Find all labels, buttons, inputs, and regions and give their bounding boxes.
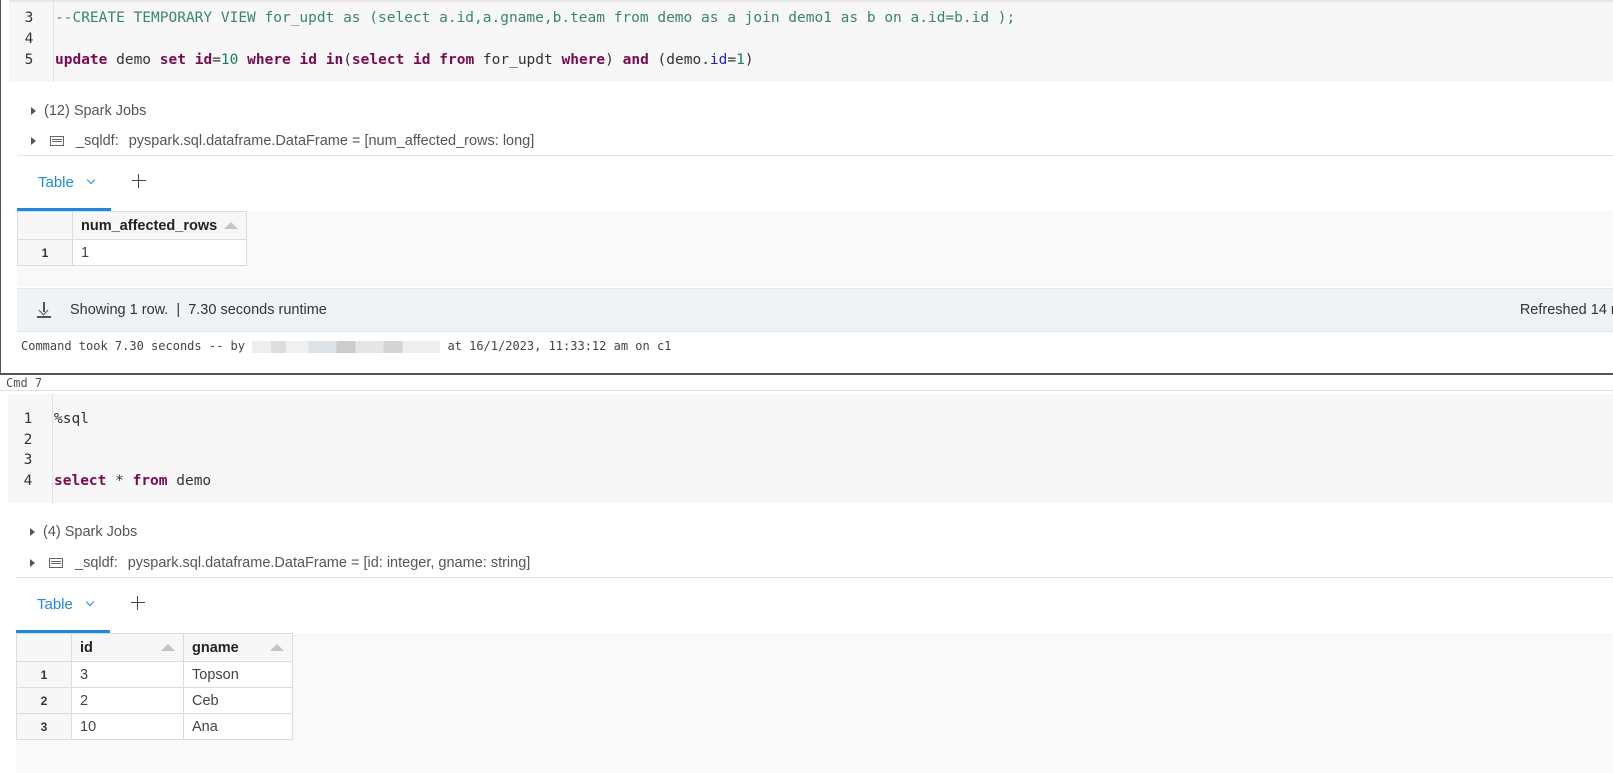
result-tabbar: Table: [17, 156, 1613, 213]
tab-table[interactable]: Table: [16, 578, 110, 633]
expand-triangle-icon: [30, 559, 35, 567]
sqldf-toggle[interactable]: _sqldf: pyspark.sql.dataframe.DataFrame …: [31, 131, 534, 151]
table-cell[interactable]: Ana: [183, 713, 293, 740]
notebook-cell-1: 2 3 --CREATE TEMPORARY VIEW for_updt as (s…: [0, 0, 1613, 375]
add-visualization-button[interactable]: [131, 173, 147, 189]
expand-triangle-icon: [30, 528, 35, 536]
spark-jobs-toggle[interactable]: (4) Spark Jobs: [30, 522, 137, 542]
code-text: %sql: [54, 411, 89, 427]
command-took-line: Command took 7.30 seconds -- by at 16/1/…: [21, 339, 672, 353]
download-icon[interactable]: [37, 302, 51, 318]
code-editor-1[interactable]: 2 3 --CREATE TEMPORARY VIEW for_updt as (s…: [9, 0, 1613, 82]
result-panel-2: Table id gname 1 3 Topson 2 2 Ceb 3 10 A…: [16, 577, 1613, 773]
column-header[interactable]: id: [71, 633, 184, 662]
dataframe-icon: [49, 558, 63, 568]
row-number: 3: [16, 713, 72, 740]
sqldf-type: pyspark.sql.dataframe.DataFrame = [id: i…: [127, 555, 531, 571]
code-text: --CREATE TEMPORARY VIEW for_updt as (sel…: [55, 10, 1016, 26]
sqldf-type: pyspark.sql.dataframe.DataFrame = [num_a…: [128, 133, 535, 149]
result-footer: Showing 1 row. | 7.30 seconds runtime Re…: [17, 288, 1613, 332]
row-number-header: [17, 211, 73, 240]
table-cell[interactable]: 10: [71, 713, 184, 740]
refreshed-label: Refreshed 14 m: [1519, 302, 1613, 318]
result-table-2: id gname 1 3 Topson 2 2 Ceb 3 10 Ana: [16, 633, 293, 740]
sort-ascending-icon[interactable]: [224, 221, 238, 229]
row-number: 1: [16, 661, 72, 688]
line-number: 3: [24, 10, 34, 26]
cmd-label: Cmd 7: [0, 375, 1613, 391]
chevron-down-icon[interactable]: [85, 597, 95, 607]
spark-jobs-toggle[interactable]: (12) Spark Jobs: [31, 101, 146, 121]
result-table-1: num_affected_rows 1 1: [17, 211, 247, 266]
table-row: 3 10 Ana: [16, 713, 293, 740]
line-number: 1: [23, 411, 33, 427]
sort-ascending-icon[interactable]: [270, 643, 284, 651]
redacted-username: [252, 340, 441, 353]
table-cell[interactable]: Topson: [183, 661, 293, 688]
line-number: 3: [23, 452, 33, 468]
code-text: update demo set id=10 where id in(select…: [55, 52, 754, 68]
result-panel-1: Table num_affected_rows 1 1 Showing 1 ro…: [17, 155, 1613, 332]
result-tabbar: Table: [16, 578, 1613, 635]
spark-jobs-label: (12) Spark Jobs: [44, 103, 147, 119]
sqldf-name: _sqldf:: [75, 555, 118, 571]
line-number: 5: [24, 52, 34, 68]
line-number: 4: [24, 31, 34, 47]
sqldf-toggle[interactable]: _sqldf: pyspark.sql.dataframe.DataFrame …: [30, 553, 530, 573]
column-header[interactable]: gname: [183, 633, 293, 662]
tab-table[interactable]: Table: [17, 156, 111, 211]
table-cell[interactable]: Ceb: [183, 687, 293, 714]
table-cell[interactable]: 3: [71, 661, 184, 688]
gutter-divider: [53, 0, 54, 82]
row-number: 1: [17, 239, 73, 266]
expand-triangle-icon: [31, 137, 36, 145]
result-grid-2: id gname 1 3 Topson 2 2 Ceb 3 10 Ana: [16, 633, 1613, 773]
row-number-header: [16, 633, 72, 662]
tab-table-label: Table: [37, 595, 73, 613]
sort-ascending-icon[interactable]: [161, 643, 175, 651]
spark-jobs-label: (4) Spark Jobs: [43, 524, 138, 540]
table-row: 1 3 Topson: [16, 661, 293, 688]
table-cell[interactable]: 1: [72, 239, 247, 266]
table-row: 1 1: [17, 239, 247, 266]
row-number: 2: [16, 687, 72, 714]
code-editor-2[interactable]: 1 %sql 2 3 4 select * from demo: [8, 394, 1613, 503]
chevron-down-icon[interactable]: [86, 175, 96, 185]
result-grid-1: num_affected_rows 1 1: [17, 211, 1613, 287]
tab-table-label: Table: [38, 173, 74, 191]
gutter-divider: [52, 394, 53, 503]
row-count-runtime: Showing 1 row. | 7.30 seconds runtime: [70, 302, 327, 318]
column-header[interactable]: num_affected_rows: [72, 211, 247, 240]
dataframe-icon: [50, 136, 64, 146]
add-visualization-button[interactable]: [130, 595, 146, 611]
sqldf-name: _sqldf:: [76, 133, 119, 149]
table-cell[interactable]: 2: [71, 687, 184, 714]
line-number: 4: [23, 473, 33, 489]
line-number: 2: [19, 0, 39, 7]
code-text: select * from demo: [54, 473, 212, 489]
table-row: 2 2 Ceb: [16, 687, 293, 714]
line-number: 2: [23, 432, 33, 448]
expand-triangle-icon: [31, 107, 36, 115]
